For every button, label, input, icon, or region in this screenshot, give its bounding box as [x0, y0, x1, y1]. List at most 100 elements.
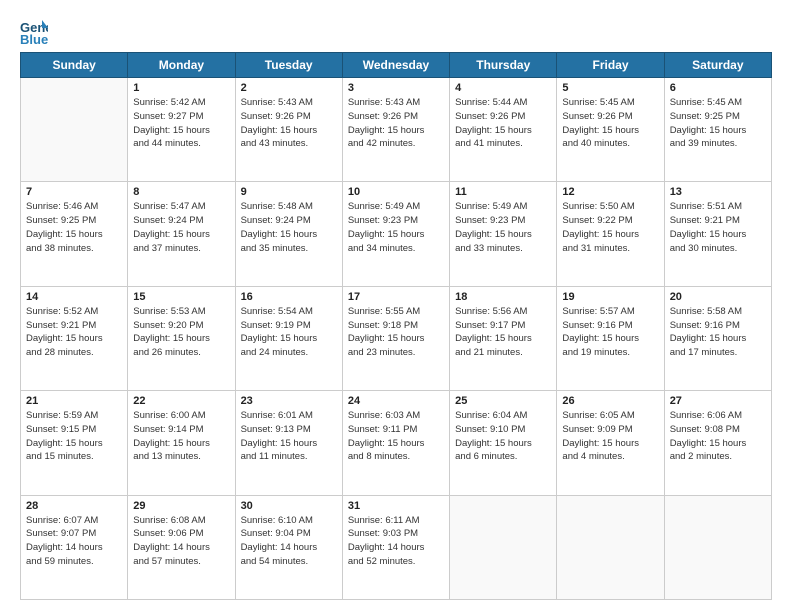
day-number: 14: [26, 291, 122, 303]
day-info: Sunrise: 5:52 AM Sunset: 9:21 PM Dayligh…: [26, 305, 122, 360]
day-number: 18: [455, 291, 551, 303]
day-number: 21: [26, 395, 122, 407]
calendar-cell: 12Sunrise: 5:50 AM Sunset: 9:22 PM Dayli…: [557, 182, 664, 286]
calendar-cell: 23Sunrise: 6:01 AM Sunset: 9:13 PM Dayli…: [235, 391, 342, 495]
calendar-cell: 13 Sunrise: 5:51 AM Sunset: 9:21 PM Dayli…: [664, 182, 771, 286]
day-number: 31: [348, 500, 444, 512]
weekday-header-row: SundayMondayTuesdayWednesdayThursdayFrid…: [21, 53, 772, 78]
day-number: 26: [562, 395, 658, 407]
calendar-cell: 9Sunrise: 5:48 AM Sunset: 9:24 PM Daylig…: [235, 182, 342, 286]
week-row-2: 7 Sunrise: 5:46 AM Sunset: 9:25 PM Daylig…: [21, 182, 772, 286]
week-row-4: 21 Sunrise: 5:59 AM Sunset: 9:15 PM Dayli…: [21, 391, 772, 495]
calendar-cell: 20Sunrise: 5:58 AM Sunset: 9:16 PM Dayli…: [664, 286, 771, 390]
calendar-table: SundayMondayTuesdayWednesdayThursdayFrid…: [20, 52, 772, 600]
day-number: 12: [562, 186, 658, 198]
day-number: 30: [241, 500, 337, 512]
calendar-cell: [664, 495, 771, 599]
week-row-5: 28 Sunrise: 6:07 AM Sunset: 9:07 PM Dayli…: [21, 495, 772, 599]
day-info: Sunrise: 5:43 AM Sunset: 9:26 PM Dayligh…: [348, 96, 444, 151]
calendar-cell: 29 Sunrise: 6:08 AM Sunset: 9:06 PM Dayli…: [128, 495, 235, 599]
day-info: Sunrise: 5:42 AM Sunset: 9:27 PM Dayligh…: [133, 96, 229, 151]
calendar-cell: 16 Sunrise: 5:54 AM Sunset: 9:19 PM Dayli…: [235, 286, 342, 390]
calendar-cell: 30 Sunrise: 6:10 AM Sunset: 9:04 PM Dayli…: [235, 495, 342, 599]
calendar-cell: 19 Sunrise: 5:57 AM Sunset: 9:16 PM Dayli…: [557, 286, 664, 390]
day-number: 6: [670, 82, 766, 94]
day-number: 17: [348, 291, 444, 303]
day-number: 24: [348, 395, 444, 407]
calendar-cell: 18 Sunrise: 5:56 AM Sunset: 9:17 PM Dayli…: [450, 286, 557, 390]
logo-icon: General Blue: [20, 18, 48, 46]
calendar-cell: 8 Sunrise: 5:47 AM Sunset: 9:24 PM Daylig…: [128, 182, 235, 286]
header: General Blue: [20, 18, 772, 46]
calendar-cell: 10 Sunrise: 5:49 AM Sunset: 9:23 PM Dayli…: [342, 182, 449, 286]
day-number: 27: [670, 395, 766, 407]
day-number: 11: [455, 186, 551, 198]
day-info: Sunrise: 6:06 AM Sunset: 9:08 PM Dayligh…: [670, 409, 766, 464]
weekday-header-saturday: Saturday: [664, 53, 771, 78]
week-row-1: 1 Sunrise: 5:42 AM Sunset: 9:27 PM Daylig…: [21, 78, 772, 182]
weekday-header-monday: Monday: [128, 53, 235, 78]
day-number: 19: [562, 291, 658, 303]
day-info: Sunrise: 5:43 AM Sunset: 9:26 PM Dayligh…: [241, 96, 337, 151]
calendar-cell: [450, 495, 557, 599]
day-info: Sunrise: 5:59 AM Sunset: 9:15 PM Dayligh…: [26, 409, 122, 464]
day-number: 2: [241, 82, 337, 94]
day-number: 1: [133, 82, 229, 94]
calendar-cell: 28 Sunrise: 6:07 AM Sunset: 9:07 PM Dayli…: [21, 495, 128, 599]
day-number: 8: [133, 186, 229, 198]
calendar-cell: 31 Sunrise: 6:11 AM Sunset: 9:03 PM Dayli…: [342, 495, 449, 599]
calendar-cell: 5Sunrise: 5:45 AM Sunset: 9:26 PM Daylig…: [557, 78, 664, 182]
day-info: Sunrise: 6:11 AM Sunset: 9:03 PM Dayligh…: [348, 514, 444, 569]
week-row-3: 14 Sunrise: 5:52 AM Sunset: 9:21 PM Dayli…: [21, 286, 772, 390]
svg-text:Blue: Blue: [20, 32, 48, 46]
calendar-cell: [21, 78, 128, 182]
day-number: 7: [26, 186, 122, 198]
weekday-header-friday: Friday: [557, 53, 664, 78]
day-info: Sunrise: 6:10 AM Sunset: 9:04 PM Dayligh…: [241, 514, 337, 569]
calendar-cell: 15Sunrise: 5:53 AM Sunset: 9:20 PM Dayli…: [128, 286, 235, 390]
day-info: Sunrise: 6:00 AM Sunset: 9:14 PM Dayligh…: [133, 409, 229, 464]
day-number: 10: [348, 186, 444, 198]
weekday-header-tuesday: Tuesday: [235, 53, 342, 78]
day-info: Sunrise: 5:51 AM Sunset: 9:21 PM Dayligh…: [670, 200, 766, 255]
day-number: 3: [348, 82, 444, 94]
day-info: Sunrise: 5:54 AM Sunset: 9:19 PM Dayligh…: [241, 305, 337, 360]
day-info: Sunrise: 5:47 AM Sunset: 9:24 PM Dayligh…: [133, 200, 229, 255]
day-info: Sunrise: 5:46 AM Sunset: 9:25 PM Dayligh…: [26, 200, 122, 255]
day-info: Sunrise: 6:04 AM Sunset: 9:10 PM Dayligh…: [455, 409, 551, 464]
day-info: Sunrise: 5:45 AM Sunset: 9:25 PM Dayligh…: [670, 96, 766, 151]
calendar-cell: 25 Sunrise: 6:04 AM Sunset: 9:10 PM Dayli…: [450, 391, 557, 495]
day-info: Sunrise: 5:49 AM Sunset: 9:23 PM Dayligh…: [455, 200, 551, 255]
day-info: Sunrise: 6:08 AM Sunset: 9:06 PM Dayligh…: [133, 514, 229, 569]
day-info: Sunrise: 5:44 AM Sunset: 9:26 PM Dayligh…: [455, 96, 551, 151]
logo: General Blue: [20, 18, 52, 46]
day-number: 15: [133, 291, 229, 303]
day-info: Sunrise: 6:05 AM Sunset: 9:09 PM Dayligh…: [562, 409, 658, 464]
calendar-cell: 17 Sunrise: 5:55 AM Sunset: 9:18 PM Dayli…: [342, 286, 449, 390]
calendar-cell: 24Sunrise: 6:03 AM Sunset: 9:11 PM Dayli…: [342, 391, 449, 495]
calendar-cell: 6 Sunrise: 5:45 AM Sunset: 9:25 PM Daylig…: [664, 78, 771, 182]
calendar-cell: 14 Sunrise: 5:52 AM Sunset: 9:21 PM Dayli…: [21, 286, 128, 390]
day-number: 9: [241, 186, 337, 198]
weekday-header-wednesday: Wednesday: [342, 53, 449, 78]
day-info: Sunrise: 5:56 AM Sunset: 9:17 PM Dayligh…: [455, 305, 551, 360]
day-number: 5: [562, 82, 658, 94]
calendar-cell: 7 Sunrise: 5:46 AM Sunset: 9:25 PM Daylig…: [21, 182, 128, 286]
calendar-cell: 22 Sunrise: 6:00 AM Sunset: 9:14 PM Dayli…: [128, 391, 235, 495]
day-number: 20: [670, 291, 766, 303]
day-number: 25: [455, 395, 551, 407]
day-number: 29: [133, 500, 229, 512]
day-info: Sunrise: 6:07 AM Sunset: 9:07 PM Dayligh…: [26, 514, 122, 569]
calendar-cell: 4Sunrise: 5:44 AM Sunset: 9:26 PM Daylig…: [450, 78, 557, 182]
day-number: 13: [670, 186, 766, 198]
calendar-cell: 21 Sunrise: 5:59 AM Sunset: 9:15 PM Dayli…: [21, 391, 128, 495]
day-info: Sunrise: 5:57 AM Sunset: 9:16 PM Dayligh…: [562, 305, 658, 360]
day-info: Sunrise: 6:01 AM Sunset: 9:13 PM Dayligh…: [241, 409, 337, 464]
day-info: Sunrise: 5:49 AM Sunset: 9:23 PM Dayligh…: [348, 200, 444, 255]
day-info: Sunrise: 5:55 AM Sunset: 9:18 PM Dayligh…: [348, 305, 444, 360]
calendar-cell: 26 Sunrise: 6:05 AM Sunset: 9:09 PM Dayli…: [557, 391, 664, 495]
day-number: 28: [26, 500, 122, 512]
day-number: 22: [133, 395, 229, 407]
day-number: 16: [241, 291, 337, 303]
weekday-header-thursday: Thursday: [450, 53, 557, 78]
